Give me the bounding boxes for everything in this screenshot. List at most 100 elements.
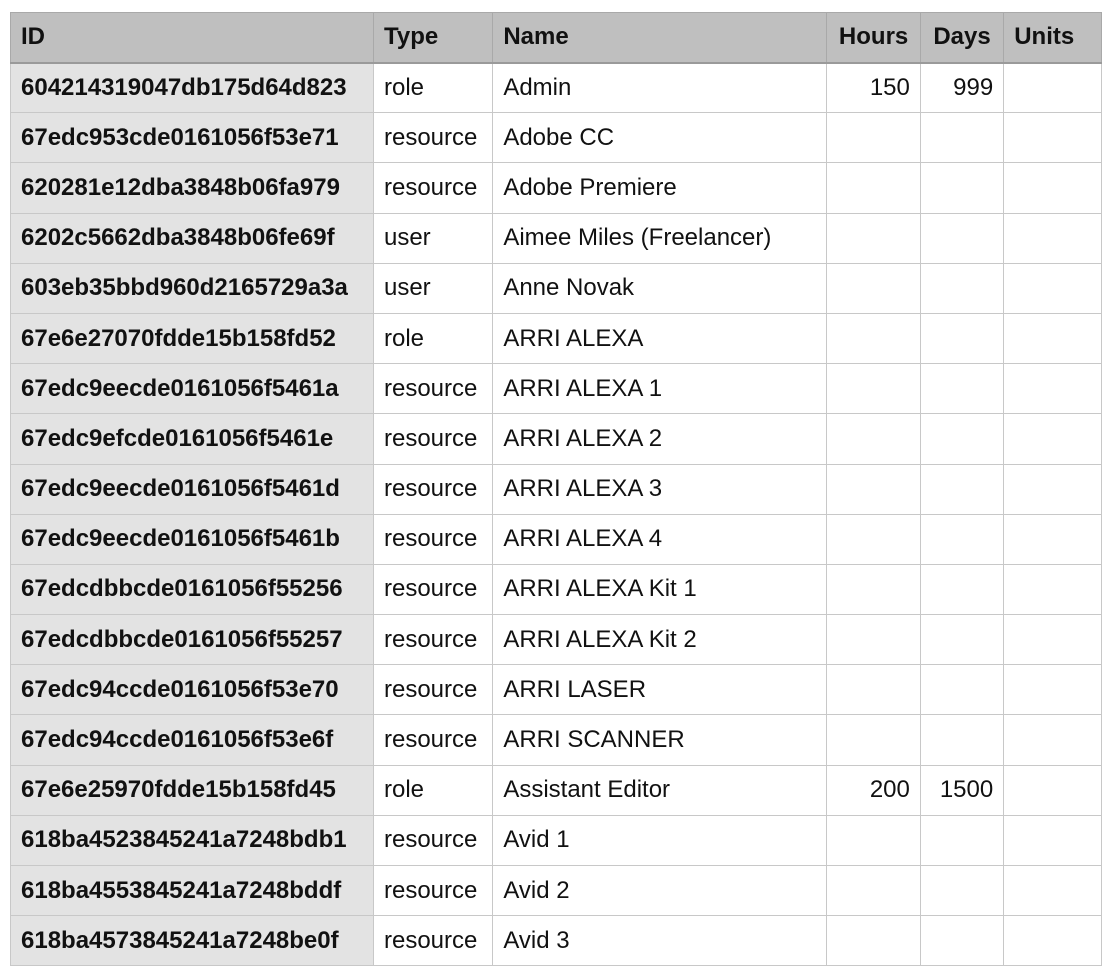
cell-days[interactable] xyxy=(919,413,1005,465)
table-row[interactable]: 67edc953cde0161056f53e71 resource Adobe CC xyxy=(10,112,1102,164)
table-row[interactable]: 67edcdbbcde0161056f55256 resource ARRI ALE… xyxy=(10,563,1102,616)
cell-days[interactable] xyxy=(919,563,1005,616)
cell-hours[interactable] xyxy=(826,614,921,666)
cell-days[interactable] xyxy=(919,212,1005,264)
cell-id[interactable]: 67edcdbbcde0161056f55256 xyxy=(10,563,374,616)
cell-type[interactable]: resource xyxy=(372,664,494,716)
table-row[interactable]: 67e6e27070fdde15b158fd52 role ARRI ALEXA xyxy=(10,312,1102,365)
cell-units[interactable] xyxy=(1003,563,1102,616)
cell-name[interactable]: ARRI ALEXA xyxy=(492,312,828,365)
cell-hours[interactable]: 200 xyxy=(826,764,921,816)
column-header-units[interactable]: Units xyxy=(1003,12,1102,64)
cell-units[interactable] xyxy=(1003,162,1102,214)
cell-hours[interactable] xyxy=(826,112,921,164)
table-row[interactable]: 67e6e25970fdde15b158fd45 role Assistant Ed… xyxy=(10,764,1102,816)
cell-name[interactable]: ARRI ALEXA Kit 2 xyxy=(492,614,828,666)
cell-days[interactable] xyxy=(919,664,1005,716)
cell-name[interactable]: ARRI LASER xyxy=(492,664,828,716)
cell-hours[interactable] xyxy=(826,814,921,867)
cell-units[interactable] xyxy=(1003,864,1102,917)
cell-type[interactable]: resource xyxy=(372,614,494,666)
cell-type[interactable]: resource xyxy=(372,463,494,515)
cell-days[interactable] xyxy=(919,814,1005,867)
table-row[interactable]: 603eb35bbd960d2165729a3a user Anne Novak xyxy=(10,262,1102,314)
cell-name[interactable]: Assistant Editor xyxy=(492,764,828,816)
table-row[interactable]: 618ba4573845241a7248be0f resource Avid 3 xyxy=(10,915,1102,966)
cell-name[interactable]: ARRI ALEXA 1 xyxy=(492,363,828,415)
cell-days[interactable] xyxy=(919,262,1005,314)
cell-name[interactable]: Aimee Miles (Freelancer) xyxy=(492,212,828,264)
cell-type[interactable]: role xyxy=(372,764,494,816)
cell-units[interactable] xyxy=(1003,614,1102,666)
cell-days[interactable] xyxy=(919,463,1005,515)
cell-days[interactable] xyxy=(919,714,1005,766)
cell-type[interactable]: resource xyxy=(372,513,494,565)
cell-hours[interactable] xyxy=(826,413,921,465)
cell-units[interactable] xyxy=(1003,262,1102,314)
cell-hours[interactable] xyxy=(826,162,921,214)
column-header-type[interactable]: Type xyxy=(372,12,494,64)
cell-units[interactable] xyxy=(1003,463,1102,515)
cell-name[interactable]: ARRI ALEXA Kit 1 xyxy=(492,563,828,616)
cell-name[interactable]: Avid 1 xyxy=(492,814,828,867)
cell-hours[interactable] xyxy=(826,312,921,365)
cell-type[interactable]: user xyxy=(372,212,494,264)
cell-units[interactable] xyxy=(1003,764,1102,816)
cell-type[interactable]: role xyxy=(372,61,494,114)
cell-id[interactable]: 67edc9eecde0161056f5461b xyxy=(10,513,374,565)
cell-hours[interactable] xyxy=(826,915,921,966)
cell-hours[interactable] xyxy=(826,864,921,917)
cell-name[interactable]: Admin xyxy=(492,61,828,114)
cell-type[interactable]: resource xyxy=(372,864,494,917)
cell-hours[interactable] xyxy=(826,664,921,716)
cell-name[interactable]: Adobe Premiere xyxy=(492,162,828,214)
cell-name[interactable]: Avid 3 xyxy=(492,915,828,966)
cell-type[interactable]: resource xyxy=(372,162,494,214)
cell-id[interactable]: 67edc9efcde0161056f5461e xyxy=(10,413,374,465)
cell-type[interactable]: resource xyxy=(372,413,494,465)
column-header-id[interactable]: ID xyxy=(10,12,374,64)
cell-id[interactable]: 6202c5662dba3848b06fe69f xyxy=(10,212,374,264)
cell-days[interactable] xyxy=(919,112,1005,164)
cell-units[interactable] xyxy=(1003,664,1102,716)
column-header-hours[interactable]: Hours xyxy=(826,12,921,64)
cell-id[interactable]: 67edc94ccde0161056f53e6f xyxy=(10,714,374,766)
cell-hours[interactable] xyxy=(826,212,921,264)
table-row[interactable]: 618ba4553845241a7248bddf resource Avid 2 xyxy=(10,864,1102,917)
cell-id[interactable]: 67edc953cde0161056f53e71 xyxy=(10,112,374,164)
cell-type[interactable]: user xyxy=(372,262,494,314)
table-row[interactable]: 618ba4523845241a7248bdb1 resource Avid 1 xyxy=(10,814,1102,867)
cell-id[interactable]: 67e6e25970fdde15b158fd45 xyxy=(10,764,374,816)
table-row[interactable]: 67edc9eecde0161056f5461b resource ARRI ALE… xyxy=(10,513,1102,565)
cell-name[interactable]: ARRI ALEXA 3 xyxy=(492,463,828,515)
cell-days[interactable] xyxy=(919,312,1005,365)
cell-id[interactable]: 604214319047db175d64d823 xyxy=(10,61,374,114)
cell-id[interactable]: 620281e12dba3848b06fa979 xyxy=(10,162,374,214)
table-row[interactable]: 604214319047db175d64d823 role Admin 150 999 xyxy=(10,61,1102,114)
cell-hours[interactable] xyxy=(826,262,921,314)
table-row[interactable]: 67edc9eecde0161056f5461a resource ARRI ALE… xyxy=(10,363,1102,415)
cell-hours[interactable] xyxy=(826,513,921,565)
cell-name[interactable]: Avid 2 xyxy=(492,864,828,917)
cell-id[interactable]: 67e6e27070fdde15b158fd52 xyxy=(10,312,374,365)
cell-units[interactable] xyxy=(1003,112,1102,164)
cell-units[interactable] xyxy=(1003,915,1102,966)
cell-hours[interactable] xyxy=(826,563,921,616)
cell-hours[interactable] xyxy=(826,363,921,415)
cell-type[interactable]: resource xyxy=(372,112,494,164)
cell-id[interactable]: 603eb35bbd960d2165729a3a xyxy=(10,262,374,314)
column-header-name[interactable]: Name xyxy=(492,12,828,64)
cell-units[interactable] xyxy=(1003,814,1102,867)
cell-type[interactable]: resource xyxy=(372,363,494,415)
table-row[interactable]: 67edc9eecde0161056f5461d resource ARRI ALE… xyxy=(10,463,1102,515)
cell-days[interactable] xyxy=(919,915,1005,966)
cell-units[interactable] xyxy=(1003,363,1102,415)
table-row[interactable]: 620281e12dba3848b06fa979 resource Adobe Pr… xyxy=(10,162,1102,214)
cell-hours[interactable] xyxy=(826,714,921,766)
cell-days[interactable] xyxy=(919,162,1005,214)
cell-type[interactable]: role xyxy=(372,312,494,365)
table-row[interactable]: 67edc94ccde0161056f53e70 resource ARRI LAS… xyxy=(10,664,1102,716)
cell-units[interactable] xyxy=(1003,513,1102,565)
cell-units[interactable] xyxy=(1003,714,1102,766)
cell-days[interactable] xyxy=(919,614,1005,666)
